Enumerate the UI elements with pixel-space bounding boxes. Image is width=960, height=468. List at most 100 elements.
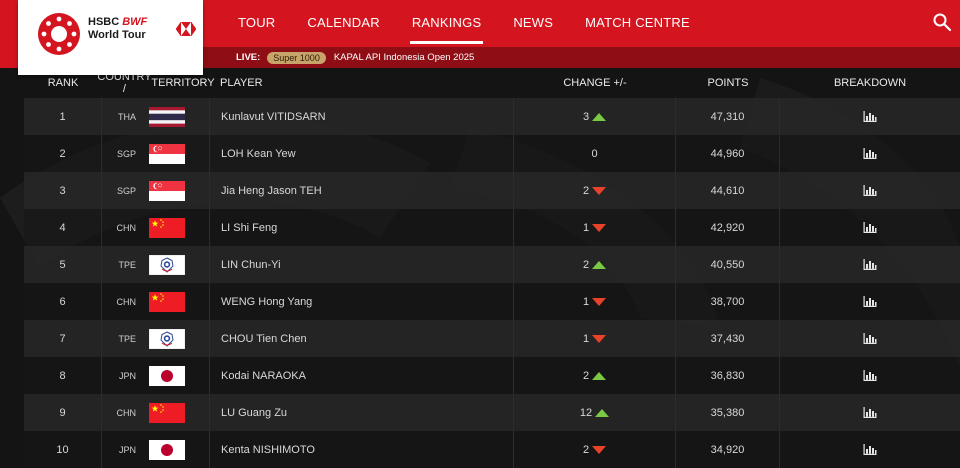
country-cell: THA (102, 98, 210, 135)
points-value: 42,920 (710, 221, 745, 234)
table-row[interactable]: 10 JPN Kenta NISHIMOTO 2 34,920 (24, 431, 960, 468)
rank-cell: 8 (24, 357, 102, 394)
country-cell: CHN (102, 209, 210, 246)
points-value: 35,380 (710, 406, 745, 419)
table-row[interactable]: 8 JPN Kodai NARAOKA 2 36,830 (24, 357, 960, 394)
bar-chart-icon[interactable] (863, 296, 877, 307)
table-row[interactable]: 5 TPE LIN Chun-Yi 2 40,550 (24, 246, 960, 283)
sgp-flag-icon (149, 180, 185, 201)
player-name[interactable]: LI Shi Feng (221, 222, 277, 234)
bar-chart-icon[interactable] (863, 407, 877, 418)
breakdown-cell[interactable] (780, 394, 960, 431)
breakdown-cell[interactable] (780, 357, 960, 394)
live-ticker[interactable]: LIVE: Super 1000 KAPAL API Indonesia Ope… (203, 47, 960, 68)
table-row[interactable]: 2 SGP LOH Kean Yew 0 44,960 (24, 135, 960, 172)
bar-chart-icon[interactable] (863, 370, 877, 381)
bar-chart-icon[interactable] (863, 148, 877, 159)
change-value: 2 (582, 443, 590, 456)
player-name[interactable]: Kunlavut VITIDSARN (221, 111, 326, 123)
rank-cell: 4 (24, 209, 102, 246)
sgp-flag-icon (149, 143, 185, 164)
rank-value: 2 (59, 147, 66, 160)
country-cell: TPE (102, 246, 210, 283)
chn-flag-icon (149, 291, 185, 312)
live-event-name[interactable]: KAPAL API Indonesia Open 2025 (334, 52, 475, 63)
change-cell: 1 (514, 209, 676, 246)
header-change[interactable]: CHANGE +/- (514, 68, 676, 98)
player-cell[interactable]: LOH Kean Yew (210, 135, 514, 172)
search-icon[interactable] (932, 12, 952, 32)
header-points[interactable]: POINTS (676, 68, 780, 98)
nav-calendar[interactable]: CALENDAR (291, 0, 395, 44)
player-cell[interactable]: WENG Hong Yang (210, 283, 514, 320)
country-cell: SGP (102, 172, 210, 209)
change-value: 1 (582, 221, 590, 234)
breakdown-cell[interactable] (780, 209, 960, 246)
rank-cell: 7 (24, 320, 102, 357)
bar-chart-icon[interactable] (863, 259, 877, 270)
rank-down-arrow-icon (592, 445, 607, 454)
bar-chart-icon[interactable] (863, 185, 877, 196)
nav-tour[interactable]: TOUR (222, 0, 291, 44)
rank-cell: 1 (24, 98, 102, 135)
live-label: LIVE: (236, 52, 261, 63)
nav-match-centre[interactable]: MATCH CENTRE (569, 0, 706, 44)
player-cell[interactable]: LI Shi Feng (210, 209, 514, 246)
breakdown-cell[interactable] (780, 98, 960, 135)
breakdown-cell[interactable] (780, 135, 960, 172)
bar-chart-icon[interactable] (863, 444, 877, 455)
player-name[interactable]: LU Guang Zu (221, 407, 287, 419)
points-value: 47,310 (710, 110, 745, 123)
country-code: JPN (118, 370, 136, 381)
breakdown-cell[interactable] (780, 320, 960, 357)
player-cell[interactable]: LIN Chun-Yi (210, 246, 514, 283)
player-cell[interactable]: Jia Heng Jason TEH (210, 172, 514, 209)
nav-news[interactable]: NEWS (497, 0, 569, 44)
player-cell[interactable]: Kenta NISHIMOTO (210, 431, 514, 468)
country-code: JPN (118, 444, 136, 455)
player-cell[interactable]: Kunlavut VITIDSARN (210, 98, 514, 135)
hsbc-hexagon-icon (176, 22, 196, 36)
points-cell: 47,310 (676, 98, 780, 135)
table-row[interactable]: 6 CHN WENG Hong Yang 1 38,700 (24, 283, 960, 320)
breakdown-cell[interactable] (780, 283, 960, 320)
rank-cell: 3 (24, 172, 102, 209)
bar-chart-icon[interactable] (863, 333, 877, 344)
table-row[interactable]: 7 TPE CHOU Tien Chen 1 37,430 (24, 320, 960, 357)
points-value: 44,610 (710, 184, 745, 197)
table-row[interactable]: 3 SGP Jia Heng Jason TEH 2 44,610 (24, 172, 960, 209)
player-cell[interactable]: Kodai NARAOKA (210, 357, 514, 394)
player-cell[interactable]: CHOU Tien Chen (210, 320, 514, 357)
player-name[interactable]: WENG Hong Yang (221, 296, 312, 308)
country-code: CHN (116, 407, 137, 418)
rank-up-arrow-icon (595, 408, 610, 417)
change-value: 2 (582, 184, 590, 197)
table-row[interactable]: 4 CHN LI Shi Feng 1 42,920 (24, 209, 960, 246)
header-player[interactable]: PLAYER (220, 68, 520, 98)
rank-cell: 6 (24, 283, 102, 320)
player-name[interactable]: LIN Chun-Yi (221, 259, 281, 271)
change-cell: 0 (514, 135, 676, 172)
breakdown-cell[interactable] (780, 172, 960, 209)
table-row[interactable]: 1 THA Kunlavut VITIDSARN 3 47,310 (24, 98, 960, 135)
points-value: 34,920 (710, 443, 745, 456)
site-logo[interactable]: HSBC BWF World Tour (18, 0, 203, 75)
nav-rankings[interactable]: RANKINGS (396, 0, 498, 44)
points-value: 44,960 (710, 147, 745, 160)
player-name[interactable]: LOH Kean Yew (221, 148, 296, 160)
player-name[interactable]: CHOU Tien Chen (221, 333, 307, 345)
player-name[interactable]: Kodai NARAOKA (221, 370, 306, 382)
player-cell[interactable]: LU Guang Zu (210, 394, 514, 431)
points-cell: 35,380 (676, 394, 780, 431)
change-cell: 12 (514, 394, 676, 431)
rank-value: 7 (59, 332, 66, 345)
breakdown-cell[interactable] (780, 431, 960, 468)
breakdown-cell[interactable] (780, 246, 960, 283)
bar-chart-icon[interactable] (863, 111, 877, 122)
table-row[interactable]: 9 CHN LU Guang Zu 12 35,380 (24, 394, 960, 431)
country-cell: SGP (102, 135, 210, 172)
bar-chart-icon[interactable] (863, 222, 877, 233)
player-name[interactable]: Kenta NISHIMOTO (221, 444, 315, 456)
player-name[interactable]: Jia Heng Jason TEH (221, 185, 322, 197)
rank-cell: 2 (24, 135, 102, 172)
